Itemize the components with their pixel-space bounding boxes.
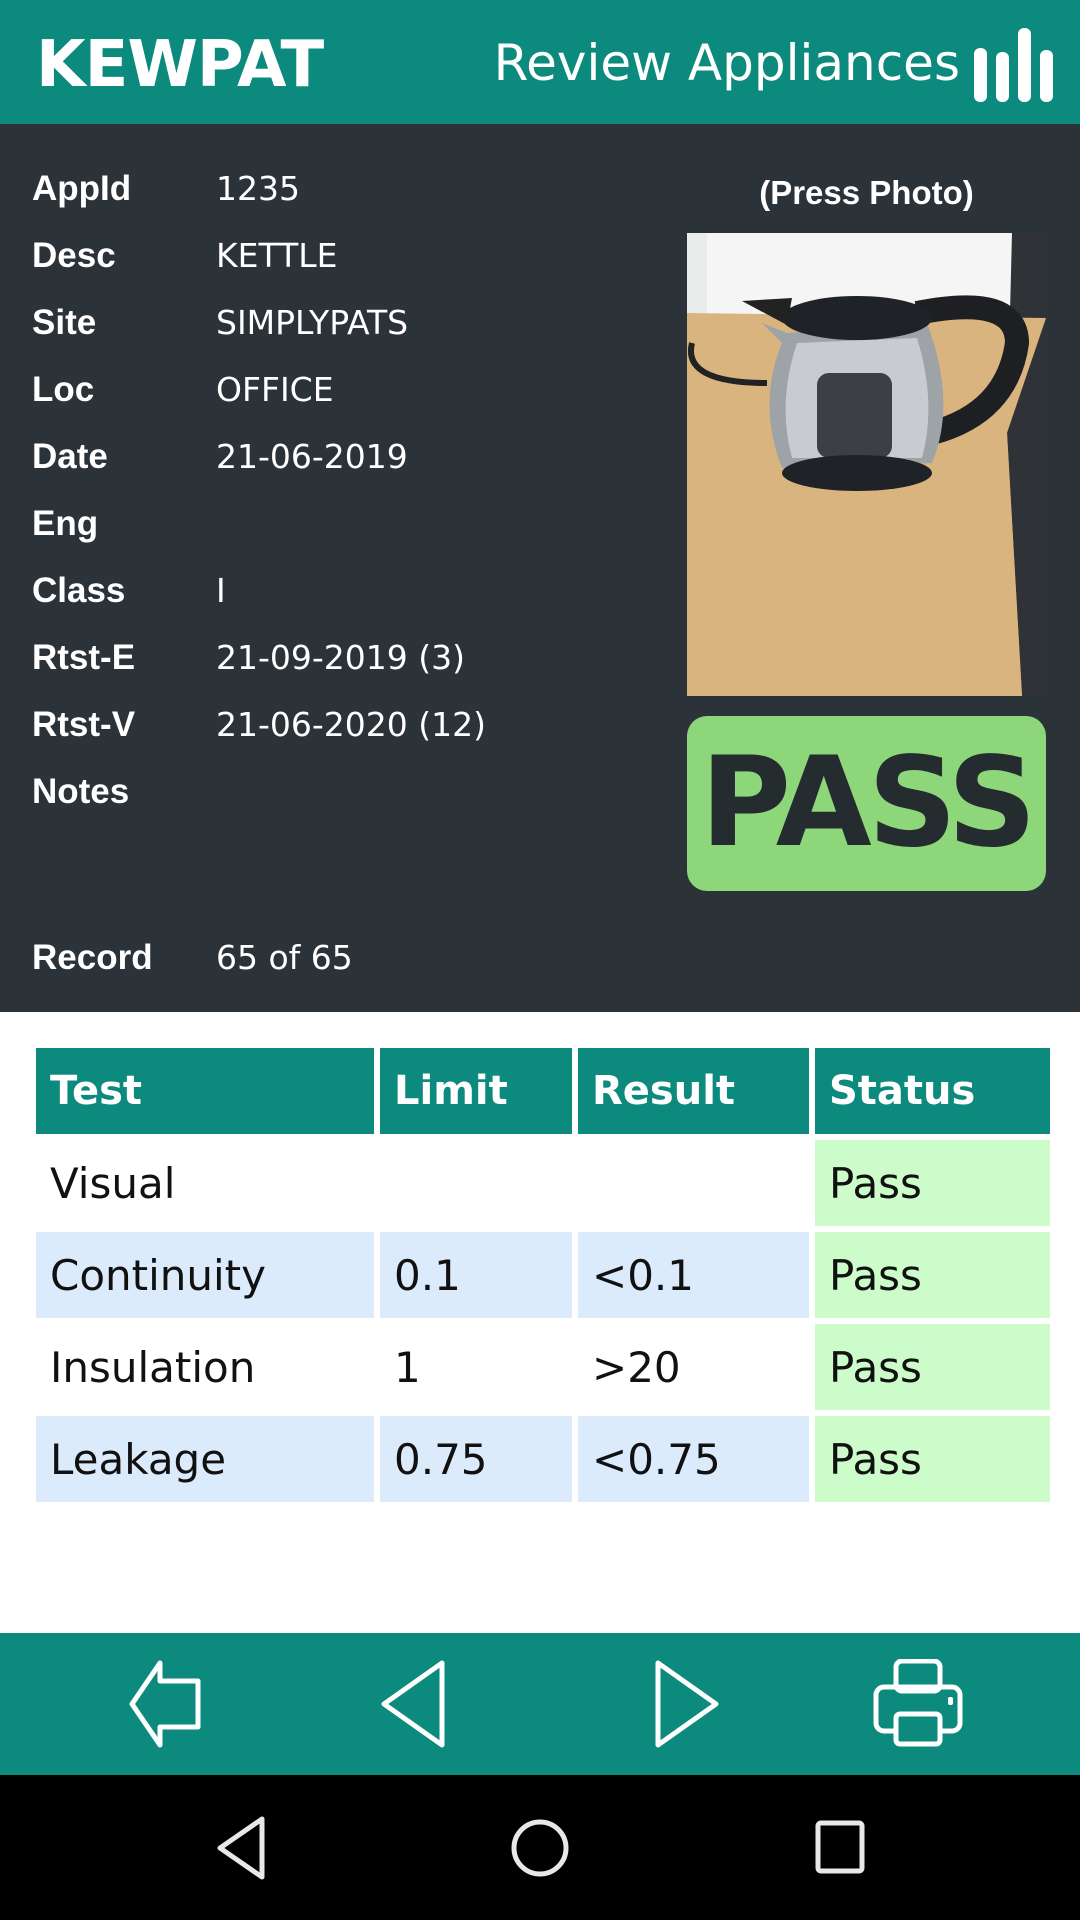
detail-label: Eng (32, 504, 99, 543)
android-nav-bar (0, 1775, 1080, 1920)
table-row[interactable]: Leakage 0.75 <0.75 Pass (36, 1416, 1050, 1502)
limit-cell: 0.1 (380, 1232, 572, 1318)
limit-cell: 1 (394, 1342, 421, 1392)
detail-value: 21-06-2019 (216, 437, 408, 476)
column-header-status: Status (815, 1048, 1050, 1134)
detail-label: Date (32, 437, 108, 476)
test-results-table: Test Limit Result Status Visual Pass Continui… (30, 1042, 1056, 1508)
pass-status-badge: PASS (687, 716, 1046, 891)
detail-value: I (216, 571, 226, 610)
back-arrow-icon[interactable] (112, 1659, 212, 1749)
record-value: 65 of 65 (216, 938, 353, 977)
detail-value: OFFICE (216, 370, 334, 409)
press-photo-caption: (Press Photo) (759, 174, 974, 211)
result-cell: <0.75 (578, 1416, 809, 1502)
limit-cell (380, 1140, 572, 1226)
printer-icon[interactable] (868, 1659, 968, 1749)
status-cell: Pass (815, 1324, 1050, 1410)
status-cell: Pass (815, 1140, 1050, 1226)
column-header-result: Result (578, 1048, 809, 1134)
detail-label: Desc (32, 236, 116, 275)
record-label: Record (32, 938, 153, 977)
kewpat-logo: KEWPAT (36, 28, 324, 102)
detail-label: Notes (32, 772, 130, 811)
test-cell: Continuity (36, 1232, 374, 1318)
nav-back-icon[interactable] (206, 1815, 276, 1881)
detail-value: KETTLE (216, 236, 338, 275)
table-row[interactable]: Continuity 0.1 <0.1 Pass (36, 1232, 1050, 1318)
nav-recents-icon[interactable] (805, 1815, 875, 1881)
table-row[interactable]: Insulation 1 >20 Pass (36, 1324, 1050, 1410)
status-cell: Pass (815, 1232, 1050, 1318)
detail-label: Class (32, 571, 126, 610)
detail-value: SIMPLYPATS (216, 303, 409, 342)
status-cell: Pass (815, 1416, 1050, 1502)
bottom-toolbar (0, 1633, 1080, 1775)
test-cell: Leakage (36, 1416, 374, 1502)
detail-value: 21-09-2019 (3) (216, 638, 466, 677)
nav-home-icon[interactable] (505, 1815, 575, 1881)
table-header-row: Test Limit Result Status (36, 1048, 1050, 1134)
app-header: KEWPAT Review Appliances (0, 0, 1080, 124)
detail-label: Site (32, 303, 97, 342)
table-row[interactable]: Visual Pass (36, 1140, 1050, 1226)
limit-cell: 0.75 (380, 1416, 572, 1502)
detail-label: Rtst-E (32, 638, 136, 677)
detail-label: Loc (32, 370, 95, 409)
result-cell: >20 (592, 1342, 681, 1392)
detail-value: 1235 (216, 169, 300, 208)
result-cell (578, 1140, 809, 1226)
bars-icon[interactable] (974, 28, 1054, 102)
test-cell: Insulation (50, 1342, 256, 1392)
result-cell: <0.1 (578, 1232, 809, 1318)
test-cell: Visual (50, 1158, 176, 1208)
previous-icon[interactable] (360, 1659, 460, 1749)
column-header-limit: Limit (380, 1048, 572, 1134)
detail-label: AppId (32, 169, 132, 208)
column-header-test: Test (36, 1048, 374, 1134)
detail-value: 21-06-2020 (12) (216, 705, 487, 744)
page-title: Review Appliances (493, 34, 960, 92)
next-icon[interactable] (640, 1659, 740, 1749)
detail-label: Rtst-V (32, 705, 136, 744)
appliance-photo[interactable] (687, 233, 1046, 696)
